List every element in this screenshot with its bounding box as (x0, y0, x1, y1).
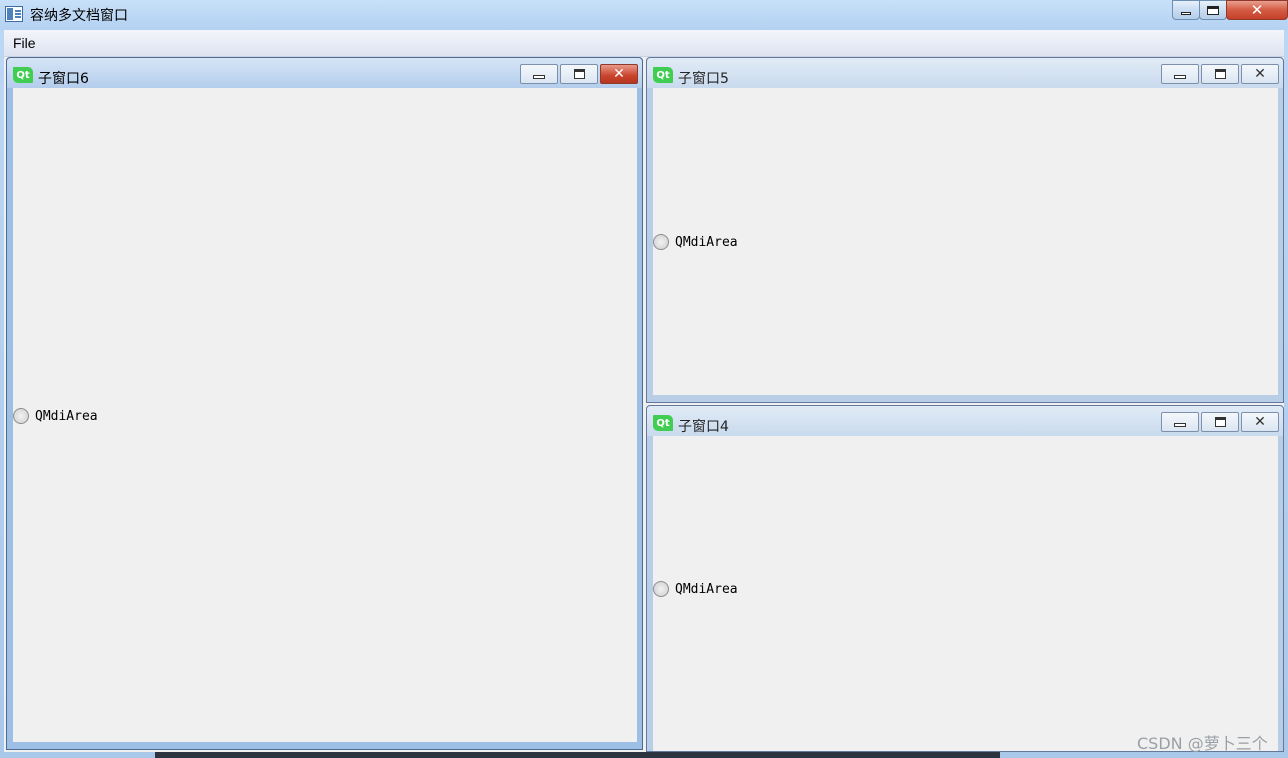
menu-file[interactable]: File (13, 35, 36, 51)
window-titlebar[interactable]: 容纳多文档窗口 ✕ (0, 0, 1288, 30)
subwindow-close-button[interactable]: ✕ (600, 64, 638, 84)
subwindow-5[interactable]: Qt 子窗口5 ✕ QMdiArea (646, 57, 1284, 403)
minimize-icon (533, 75, 545, 79)
subwindow-title: 子窗口5 (678, 71, 729, 87)
radio-label: QMdiArea (35, 408, 98, 424)
radio-button[interactable] (13, 408, 29, 424)
subwindow-titlebar[interactable]: Qt 子窗口5 ✕ (647, 58, 1283, 88)
menubar: File (4, 30, 1284, 57)
close-icon: ✕ (1250, 0, 1264, 19)
subwindow-controls: ✕ (1161, 412, 1279, 432)
minimize-button[interactable] (1172, 0, 1200, 20)
maximize-icon (1207, 5, 1219, 15)
radio-option[interactable]: QMdiArea (13, 408, 98, 424)
subwindow-title: 子窗口4 (678, 419, 729, 435)
close-icon: ✕ (1254, 414, 1266, 430)
subwindow-minimize-button[interactable] (1161, 64, 1199, 84)
subwindow-4[interactable]: Qt 子窗口4 ✕ QMdiArea (646, 405, 1284, 752)
subwindow-controls: ✕ (520, 64, 638, 84)
subwindow-close-button[interactable]: ✕ (1241, 64, 1279, 84)
subwindow-maximize-button[interactable] (1201, 412, 1239, 432)
subwindow-client: QMdiArea (13, 88, 637, 742)
subwindow-titlebar[interactable]: Qt 子窗口4 ✕ (647, 406, 1283, 436)
subwindow-titlebar[interactable]: Qt 子窗口6 ✕ (7, 58, 642, 88)
subwindow-maximize-button[interactable] (560, 64, 598, 84)
radio-label: QMdiArea (675, 234, 738, 250)
subwindow-minimize-button[interactable] (520, 64, 558, 84)
maximize-icon (1214, 417, 1226, 427)
subwindow-controls: ✕ (1161, 64, 1279, 84)
maximize-button[interactable] (1199, 0, 1227, 20)
close-icon: ✕ (1254, 66, 1266, 82)
window-controls: ✕ (1172, 0, 1288, 20)
qt-icon: Qt (653, 415, 673, 431)
minimize-icon (1181, 11, 1191, 15)
subwindow-client: QMdiArea (653, 436, 1278, 751)
subwindow-6[interactable]: Qt 子窗口6 ✕ QMdiArea (6, 57, 643, 750)
radio-button[interactable] (653, 234, 669, 250)
radio-label: QMdiArea (675, 581, 738, 597)
maximize-icon (573, 69, 585, 79)
radio-option[interactable]: QMdiArea (653, 234, 738, 250)
background-edge (155, 752, 1000, 758)
application-window: 容纳多文档窗口 ✕ File Qt 子窗口6 ✕ QMdiArea Qt 子窗口… (0, 0, 1288, 758)
watermark: CSDN @萝卜三个 (1137, 734, 1268, 753)
minimize-icon (1174, 423, 1186, 427)
radio-option[interactable]: QMdiArea (653, 581, 738, 597)
window-title: 容纳多文档窗口 (30, 8, 128, 24)
app-icon (5, 6, 23, 22)
close-button[interactable]: ✕ (1226, 0, 1288, 20)
qt-icon: Qt (653, 67, 673, 83)
subwindow-client: QMdiArea (653, 88, 1278, 395)
subwindow-close-button[interactable]: ✕ (1241, 412, 1279, 432)
subwindow-minimize-button[interactable] (1161, 412, 1199, 432)
maximize-icon (1214, 69, 1226, 79)
qt-icon: Qt (13, 67, 33, 83)
close-icon: ✕ (613, 66, 625, 82)
subwindow-title: 子窗口6 (38, 71, 89, 87)
radio-button[interactable] (653, 581, 669, 597)
minimize-icon (1174, 75, 1186, 79)
subwindow-maximize-button[interactable] (1201, 64, 1239, 84)
mdi-area: Qt 子窗口6 ✕ QMdiArea Qt 子窗口5 ✕ QMdiArea Qt… (4, 57, 1284, 752)
